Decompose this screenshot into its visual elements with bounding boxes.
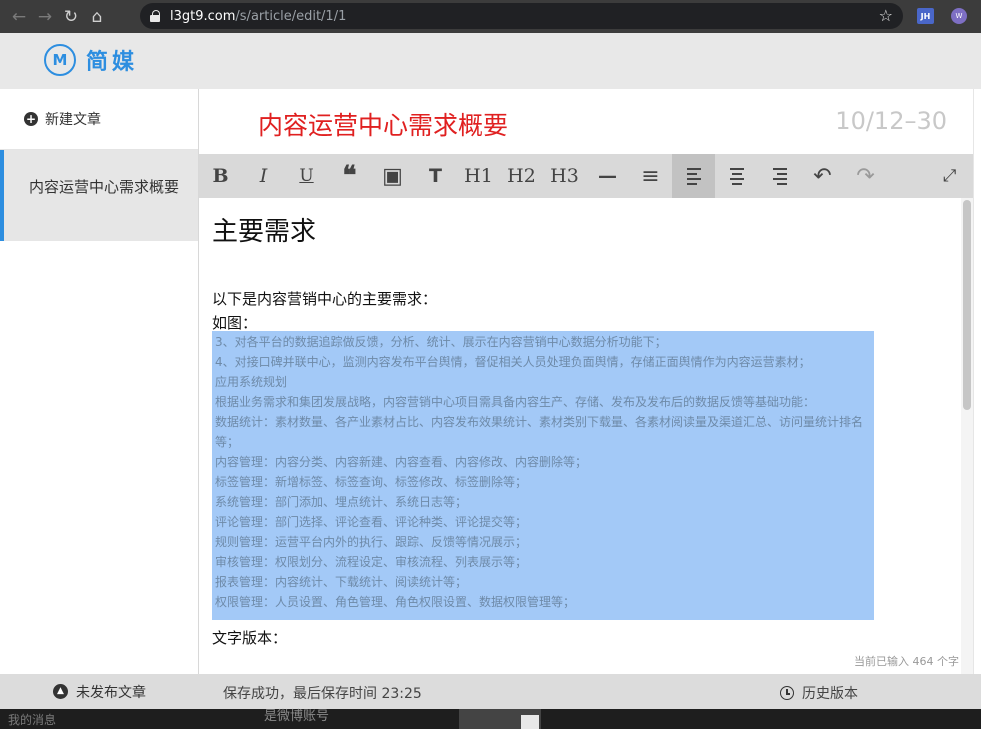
image-button[interactable]: ▣ [371,154,414,198]
history-version-button[interactable]: 历史版本 [780,683,858,703]
new-article-button[interactable]: + 新建文章 [0,89,198,150]
chevron-up-circle-icon: ▲ [53,684,68,699]
image-text-line: 应用系统规划 [215,375,288,389]
image-text-line: 根据业务需求和集团发展战略，内容营销中心项目需具备内容生产、存储、发布及发布后的… [215,395,816,409]
image-text-line: 内容管理：内容分类、内容新建、内容查看、内容修改、内容删除等； [215,455,588,469]
bookmark-star-icon[interactable]: ☆ [879,6,893,25]
content-text-version: 文字版本： [212,629,288,647]
url-path: /s/article/edit/1/1 [235,8,347,24]
image-text-line: 评论管理：部门选择、评论查看、评论种类、评论提交等； [215,515,528,529]
new-article-label: 新建文章 [45,112,101,128]
browser-toolbar: ← → ↻ ⌂ l3gt9.com /s/article/edit/1/1 ☆ … [0,0,981,33]
image-text-line: 规则管理：运营平台内外的执行、跟踪、反馈等情况展示； [215,535,528,549]
word-range: 10/12–30 [835,107,947,135]
url-domain: l3gt9.com [170,8,236,24]
text-style-button[interactable]: T [414,154,457,198]
content-intro: 以下是内容营销中心的主要需求： [212,290,438,308]
logo-icon: M [44,44,76,76]
logo-text: 简媒 [86,50,139,75]
redo-button[interactable]: ↷ [844,154,887,198]
my-messages-link[interactable]: 我的消息 [8,711,56,728]
align-right-icon [772,167,787,185]
extension-w-icon[interactable]: W [951,8,967,24]
address-bar[interactable]: l3gt9.com /s/article/edit/1/1 ☆ [140,3,903,29]
back-arrow-icon[interactable]: ← [6,4,32,30]
weibo-account-text: 是微博账号 [264,709,330,724]
expand-icon: ⤢ [942,166,957,186]
image-text-line: 4、对接口碑并联中心，监测内容发布平台舆情，督促相关人员处理负面舆情，存储正面舆… [215,355,811,369]
image-text-line: 系统管理：部门添加、埋点统计、系统日志等； [215,495,468,509]
editor-scrollbar[interactable] [961,198,973,674]
image-text-line: 3、对各平台的数据追踪做反馈，分析、统计、展示在内容营销中心数据分析功能下； [215,335,667,349]
forward-arrow-icon[interactable]: → [32,4,58,30]
sidebar-item-article[interactable]: 内容运营中心需求概要 [0,150,198,241]
editor: 内容运营中心需求概要 10/12–30 B I U ❝ ▣ T H1 H2 H3… [199,89,973,674]
home-icon[interactable]: ⌂ [84,4,110,30]
italic-button[interactable]: I [242,154,285,198]
sidebar: + 新建文章 内容运营中心需求概要 [0,89,199,674]
image-text-line: 报表管理：内容统计、下载统计、阅读统计等； [215,575,468,589]
undo-button[interactable]: ↶ [801,154,844,198]
editor-content[interactable]: 主要需求 以下是内容营销中心的主要需求： 如图： 3、对各平台的数据追踪做反馈，… [199,198,961,674]
align-left-button[interactable] [672,154,715,198]
align-center-button[interactable] [715,154,758,198]
image-text-line: 审核管理：权限划分、流程设定、审核流程、列表展示等； [215,555,528,569]
underline-button[interactable]: U [285,154,328,198]
history-label: 历史版本 [802,686,858,702]
plus-circle-icon: + [24,112,38,126]
article-item-label: 内容运营中心需求概要 [29,178,180,196]
title-row: 内容运营中心需求概要 10/12–30 [199,89,973,154]
article-title-input[interactable]: 内容运营中心需求概要 [258,106,508,142]
editor-footer: 保存成功，最后保存时间 23:25 历史版本 [199,674,981,709]
horizontal-rule-button[interactable]: — [586,154,629,198]
lock-icon [150,10,160,22]
h3-button[interactable]: H3 [543,154,586,198]
background-page-strip: 我的消息 是微博账号 [0,709,981,729]
align-left-icon [686,167,701,185]
content-heading: 主要需求 [212,217,317,247]
fullscreen-button[interactable]: ⤢ [928,154,971,198]
background-thumbnail [459,709,541,729]
right-edge-strip [973,89,981,674]
app-header: M 简媒 [0,33,981,89]
unpublished-label: 未发布文章 [76,684,146,701]
selected-image[interactable]: 3、对各平台的数据追踪做反馈，分析、统计、展示在内容营销中心数据分析功能下； 4… [212,331,874,620]
image-text-line: 标签管理：新增标签、标签查询、标签修改、标签删除等； [215,475,528,489]
unpublished-articles-button[interactable]: ▲ 未发布文章 [0,674,199,709]
quote-button[interactable]: ❝ [328,154,371,198]
bullet-list-button[interactable]: ≡ [629,154,672,198]
content-figure-label: 如图： [212,314,258,332]
image-text-line: 权限管理：人员设置、角色管理、角色权限设置、数据权限管理等； [215,595,576,609]
bold-button[interactable]: B [199,154,242,198]
align-center-icon [729,167,744,185]
clock-icon [780,686,794,700]
h1-button[interactable]: H1 [457,154,500,198]
save-status: 保存成功，最后保存时间 23:25 [223,686,422,702]
char-count: 当前已输入 464 个字 [854,655,959,668]
scrollbar-thumb[interactable] [963,200,971,410]
editor-toolbar: B I U ❝ ▣ T H1 H2 H3 — ≡ ↶ ↷ ⤢ [199,154,973,198]
image-text-line: 数据统计：素材数量、各产业素材占比、内容发布效果统计、素材类别下载量、各素材阅读… [215,415,864,449]
align-right-button[interactable] [758,154,801,198]
h2-button[interactable]: H2 [500,154,543,198]
extension-jh-icon[interactable]: JH [917,8,934,24]
reload-icon[interactable]: ↻ [58,4,84,30]
